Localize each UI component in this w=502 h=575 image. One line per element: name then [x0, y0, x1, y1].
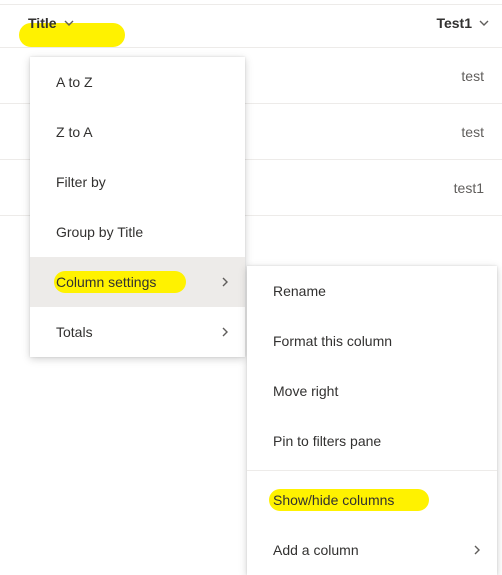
cell-test1: test: [461, 68, 484, 84]
menu-label: Add a column: [273, 542, 471, 558]
menu-label: Group by Title: [56, 224, 231, 240]
column-header-title[interactable]: Title: [20, 11, 83, 35]
menu-label: Pin to filters pane: [273, 433, 483, 449]
menu-label: Totals: [56, 324, 219, 340]
column-header-test1[interactable]: Test1: [428, 11, 498, 35]
chevron-right-icon: [471, 544, 483, 556]
chevron-right-icon: [219, 326, 231, 338]
submenu-pin[interactable]: Pin to filters pane: [247, 416, 497, 466]
submenu-add-column[interactable]: Add a column: [247, 525, 497, 575]
menu-label: A to Z: [56, 74, 231, 90]
cell-test1: test: [461, 124, 484, 140]
menu-group-by[interactable]: Group by Title: [30, 207, 245, 257]
cell-test1: test1: [454, 180, 484, 196]
submenu-move-right[interactable]: Move right: [247, 366, 497, 416]
chevron-down-icon: [63, 17, 75, 29]
menu-filter-by[interactable]: Filter by: [30, 157, 245, 207]
menu-divider: [247, 470, 497, 471]
menu-totals[interactable]: Totals: [30, 307, 245, 357]
submenu-show-hide[interactable]: Show/hide columns: [247, 475, 497, 525]
menu-label: Z to A: [56, 124, 231, 140]
menu-label: Filter by: [56, 174, 231, 190]
menu-label: Format this column: [273, 333, 483, 349]
chevron-down-icon: [478, 17, 490, 29]
column-settings-submenu: Rename Format this column Move right Pin…: [247, 266, 497, 575]
menu-label: Move right: [273, 383, 483, 399]
column-header-test1-label: Test1: [436, 15, 472, 31]
menu-sort-asc[interactable]: A to Z: [30, 57, 245, 107]
column-header-title-label: Title: [28, 15, 57, 31]
menu-label: Column settings: [56, 274, 219, 290]
menu-label: Show/hide columns: [273, 492, 483, 508]
submenu-rename[interactable]: Rename: [247, 266, 497, 316]
column-header-row: Title Test1: [0, 5, 502, 47]
menu-column-settings[interactable]: Column settings: [30, 257, 245, 307]
submenu-format[interactable]: Format this column: [247, 316, 497, 366]
menu-label: Rename: [273, 283, 483, 299]
column-context-menu: A to Z Z to A Filter by Group by Title C…: [30, 57, 245, 357]
chevron-right-icon: [219, 276, 231, 288]
menu-sort-desc[interactable]: Z to A: [30, 107, 245, 157]
